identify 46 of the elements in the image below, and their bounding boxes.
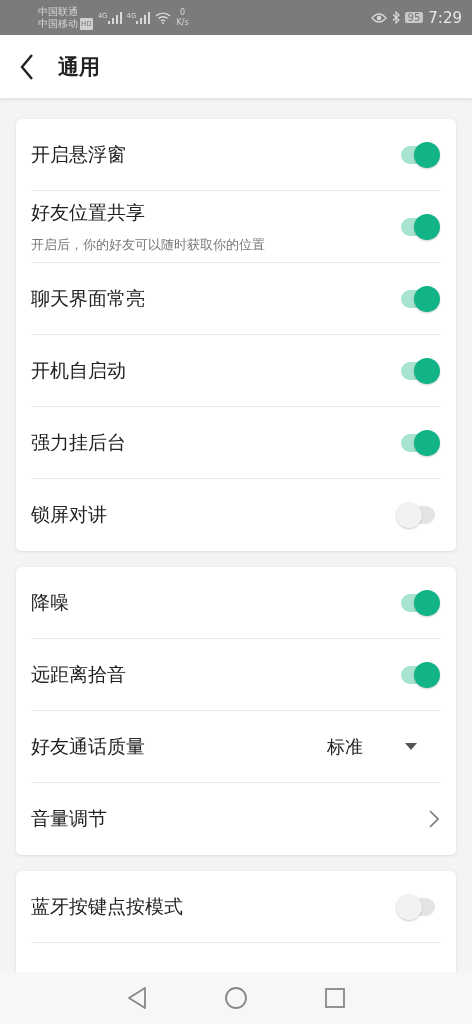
carrier-name: 中国移动 [38,17,78,30]
setting-description: 开启后，你的好友可以随时获取你的位置 [31,235,266,254]
wifi-icon [155,11,172,24]
setting-label: 开机自启动 [31,357,127,383]
settings-row[interactable]: 好友位置共享 开启后，你的好友可以随时获取你的位置 [31,191,441,263]
settings-row[interactable]: 聊天界面常亮 [31,263,441,335]
caret-icon [405,743,417,750]
setting-label: 强力挂后台 [31,429,127,455]
setting-label: 好友位置共享 [31,199,146,225]
settings-row[interactable]: 开启悬浮窗 [31,119,441,191]
eye-icon [370,11,387,24]
setting-label: 降噪 [31,589,70,615]
settings-row[interactable]: 锁屏对讲 [31,479,441,551]
carrier-name: 中国联通 [38,5,79,18]
settings-row[interactable]: 好友通话质量 标准 [31,711,441,783]
settings-row[interactable]: 蓝牙按键点按模式 [31,871,441,943]
signal-icon [136,11,151,24]
settings-row[interactable]: 降噪 [31,567,441,639]
settings-row[interactable]: 强力挂后台 [31,407,441,479]
clock-time: 7:29 [428,8,462,27]
page-title: 通用 [58,53,100,81]
setting-label: 蓝牙按键点按模式 [31,893,184,919]
square-icon [325,988,345,1008]
circle-icon [225,987,247,1009]
battery-level: 95 [404,12,424,23]
settings-row[interactable]: 音量调节 [31,783,441,855]
setting-label: 音量调节 [31,806,108,831]
setting-label: 远距离拾音 [31,661,127,687]
signal-icon [107,11,122,24]
home-nav-button[interactable] [225,987,247,1009]
setting-label: 开启悬浮窗 [31,141,127,167]
back-icon [20,53,34,80]
chevron-right-icon [429,810,439,828]
setting-label: 聊天界面常亮 [31,285,146,311]
bluetooth-icon [391,11,400,24]
settings-row[interactable]: 远距离拾音 [31,639,441,711]
back-button[interactable] [20,53,34,80]
settings-row[interactable]: 开机自启动 [31,335,441,407]
back-nav-button[interactable] [127,987,147,1009]
quality-dropdown[interactable]: 标准 [327,734,441,759]
speed-unit: K/s [176,17,189,28]
recents-nav-button[interactable] [325,988,345,1008]
speed-value: 0 [179,7,186,18]
setting-label: 好友通话质量 [31,733,146,759]
setting-label: 锁屏对讲 [31,502,108,527]
triangle-icon [127,987,147,1009]
